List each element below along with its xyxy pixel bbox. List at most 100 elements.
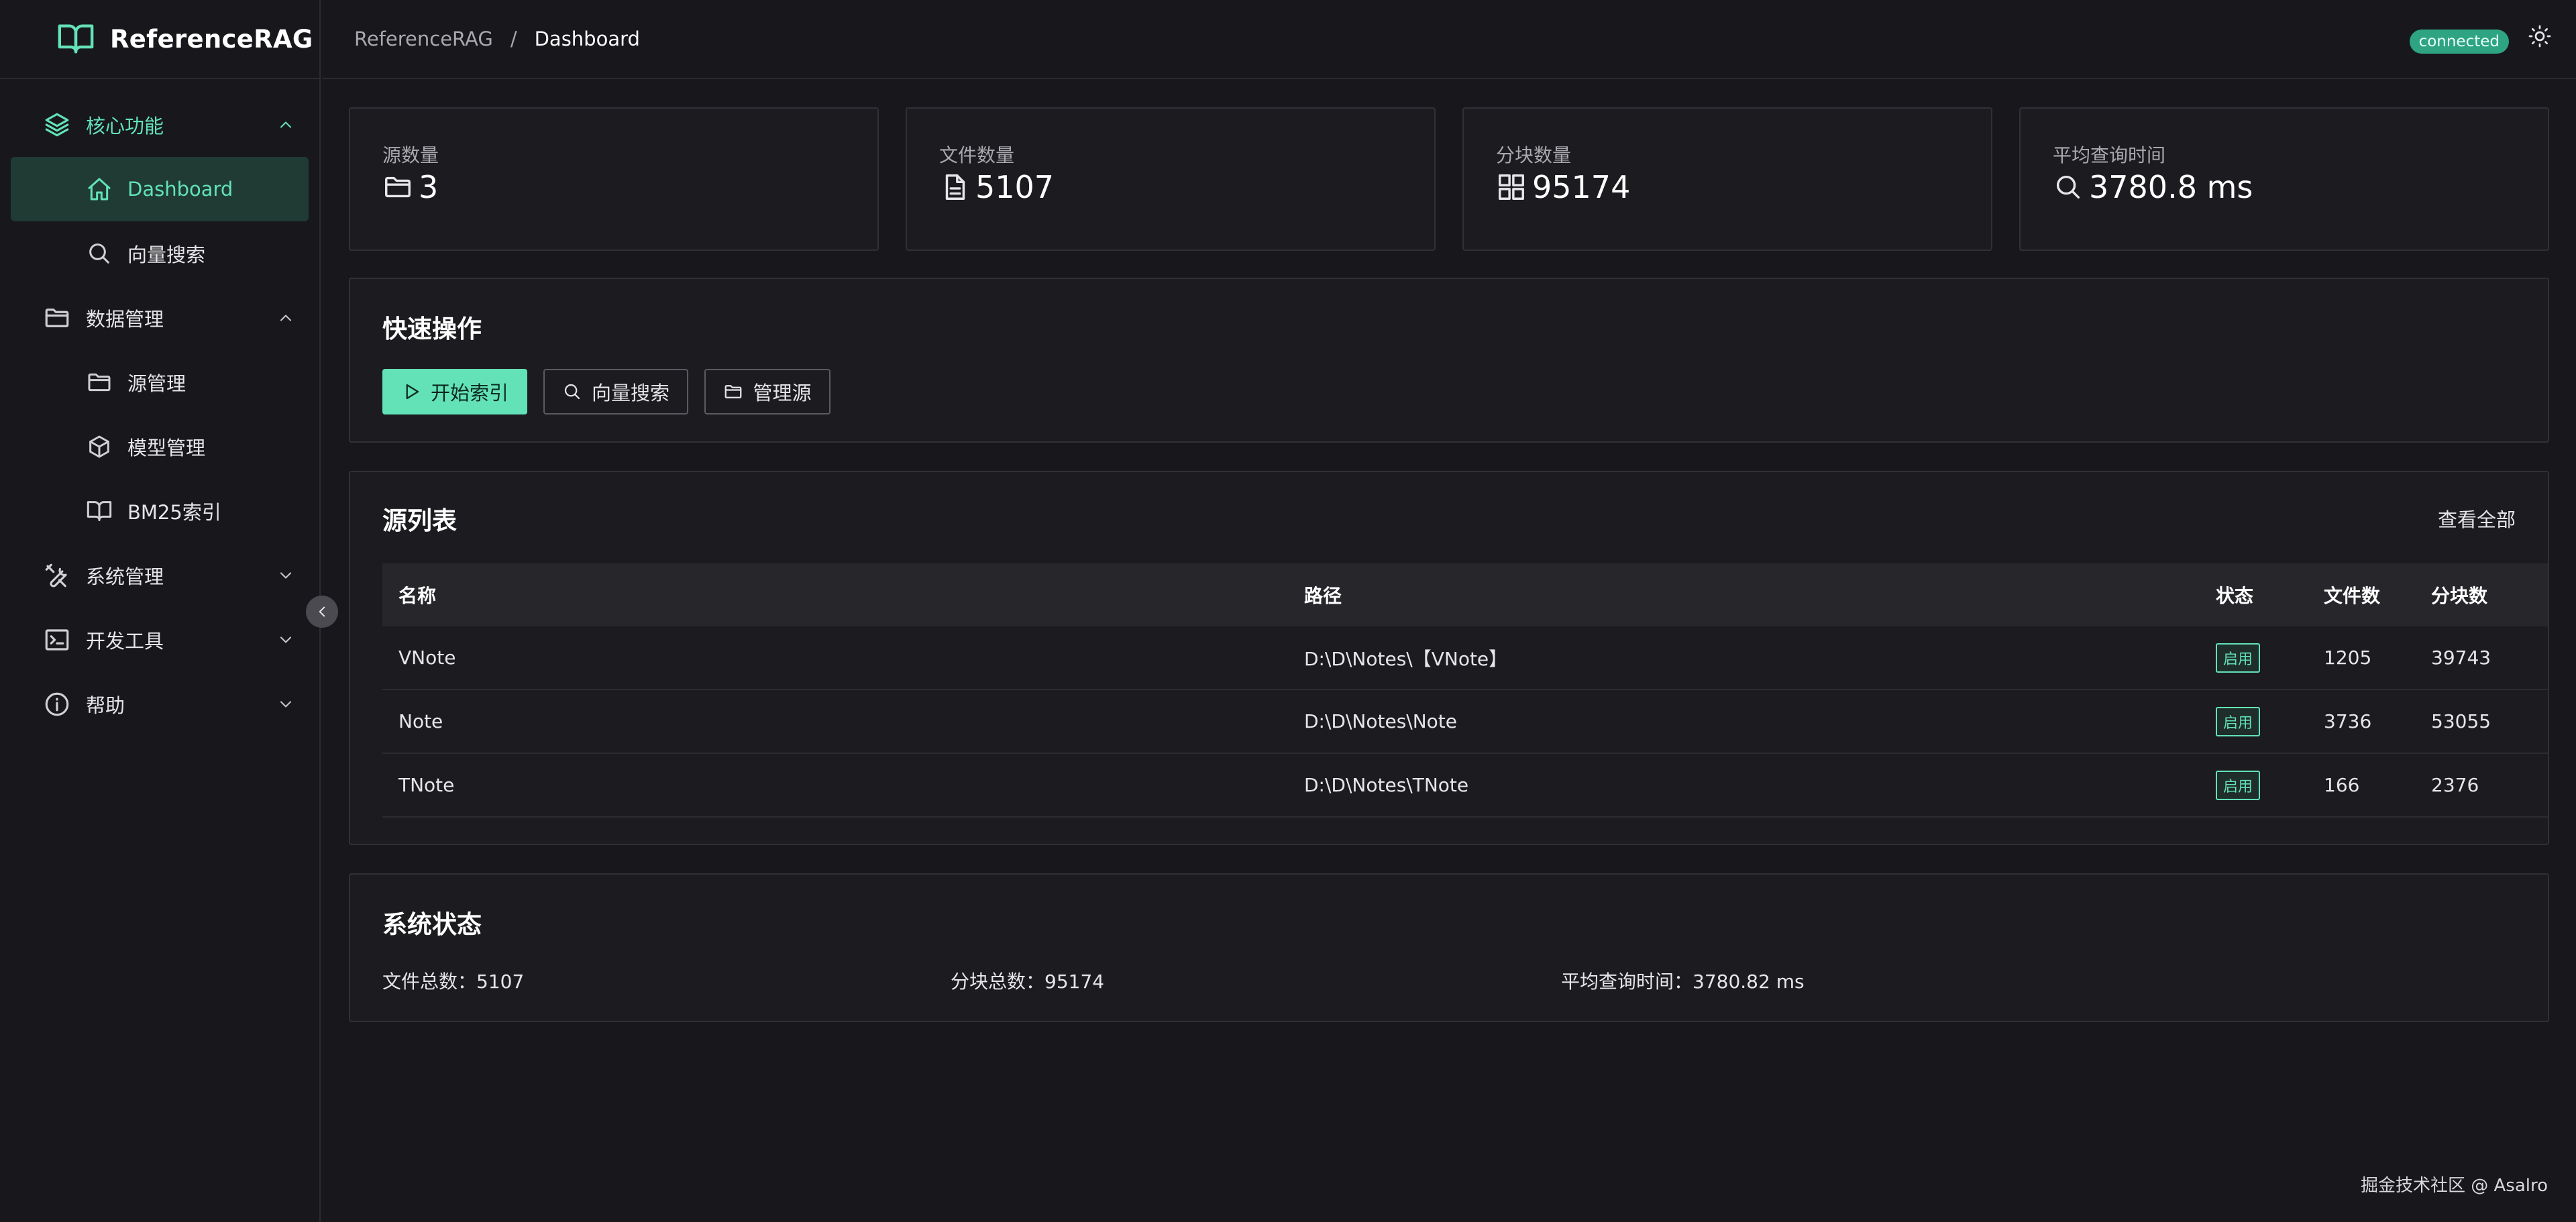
sidebar-item-dashboard[interactable]: Dashboard — [11, 157, 309, 221]
table-header: 名称 路径 状态 文件数 分块数 — [382, 563, 2548, 626]
sidebar-item-sources[interactable]: 源管理 — [0, 350, 319, 414]
sidebar-item-label: Dashboard — [127, 178, 233, 201]
avg-query-time-text: 平均查询时间：3780.82 ms — [1561, 970, 1805, 993]
stat-card-query-time: 平均查询时间 3780.8 ms — [2019, 107, 2549, 251]
home-icon — [88, 178, 111, 201]
source-name: TNote — [398, 774, 455, 796]
sidebar-item-label: 模型管理 — [127, 437, 206, 459]
table-row[interactable]: VNote D:\D\Notes\【VNote】 启用 1205 39743 — [382, 626, 2548, 690]
menu-group-label: 系统管理 — [86, 565, 164, 588]
sidebar-item-bm25[interactable]: BM25索引 — [0, 479, 319, 543]
card-title: 系统状态 — [382, 910, 482, 939]
button-label: 开始索引 — [430, 382, 508, 404]
menu-group-label: 开发工具 — [86, 630, 164, 653]
layers-icon — [45, 113, 69, 137]
sidebar-menu: 核心功能 Dashboard 向量搜索 数据管理 源管理 模型管理 BM25索引 — [0, 79, 319, 736]
stat-label: 文件数量 — [939, 144, 1015, 166]
manage-sources-button[interactable]: 管理源 — [704, 369, 830, 414]
menu-group-label: 帮助 — [86, 694, 125, 717]
menu-group-data[interactable]: 数据管理 — [0, 286, 319, 350]
source-path: D:\D\Notes\【VNote】 — [1304, 647, 1508, 670]
menu-group-system[interactable]: 系统管理 — [0, 543, 319, 608]
quick-actions-card: 快速操作 开始索引 向量搜索 管理源 — [349, 278, 2549, 443]
column-header-status[interactable]: 状态 — [2216, 563, 2253, 626]
breadcrumb-separator: / — [510, 27, 517, 50]
chevron-down-icon — [280, 701, 292, 708]
source-path: D:\D\Notes\Note — [1304, 710, 1458, 732]
button-label: 管理源 — [753, 382, 812, 404]
sidebar-item-label: 源管理 — [127, 372, 186, 395]
grid-icon — [1499, 174, 1524, 200]
system-status-card: 系统状态 文件总数：5107 分块总数：95174 平均查询时间：3780.82… — [349, 873, 2549, 1022]
status-cell: 启用 — [2216, 690, 2261, 753]
cube-icon — [89, 435, 109, 458]
stat-label: 分块数量 — [1496, 144, 1572, 166]
chevron-down-icon — [280, 636, 292, 643]
source-path: D:\D\Notes\TNote — [1304, 774, 1469, 796]
book-icon — [58, 24, 94, 54]
folder-icon — [45, 309, 69, 327]
button-label: 向量搜索 — [591, 382, 669, 404]
source-name: Note — [398, 710, 443, 732]
app-logo[interactable]: ReferenceRAG — [0, 0, 319, 79]
source-list-card: 源列表 查看全部 名称 路径 状态 文件数 分块数 VNote D:\D\Not… — [349, 471, 2549, 845]
folder-icon — [88, 373, 111, 392]
stat-label: 源数量 — [382, 144, 439, 166]
search-icon — [2056, 175, 2080, 199]
sidebar-collapse-button[interactable] — [306, 596, 338, 628]
source-name: VNote — [398, 647, 456, 669]
search-icon — [564, 384, 580, 400]
stat-value-row: 3 — [382, 169, 438, 205]
sidebar-item-models[interactable]: 模型管理 — [0, 414, 319, 479]
column-header-files[interactable]: 文件数 — [2324, 563, 2380, 626]
menu-group-devtools[interactable]: 开发工具 — [0, 608, 319, 672]
app-name: ReferenceRAG — [110, 24, 313, 54]
book-icon — [87, 501, 112, 521]
breadcrumb: ReferenceRAG / Dashboard — [354, 27, 640, 50]
sun-icon[interactable] — [2528, 24, 2552, 48]
menu-group-core[interactable]: 核心功能 — [0, 93, 319, 157]
breadcrumb-root[interactable]: ReferenceRAG — [354, 27, 493, 50]
sidebar-item-label: BM25索引 — [127, 501, 221, 524]
column-header-path[interactable]: 路径 — [1304, 563, 1342, 626]
tools-icon — [45, 563, 67, 588]
table-row[interactable]: Note D:\D\Notes\Note 启用 3736 53055 — [382, 690, 2548, 754]
folder-icon — [385, 176, 411, 198]
play-icon — [406, 384, 419, 400]
folder-icon — [725, 385, 742, 398]
status-cell: 启用 — [2216, 626, 2261, 689]
stat-card-sources: 源数量 3 — [349, 107, 879, 251]
menu-group-label: 核心功能 — [86, 115, 164, 137]
chevron-left-icon — [319, 606, 325, 617]
column-header-name[interactable]: 名称 — [398, 563, 436, 626]
sidebar-item-label: 向量搜索 — [127, 243, 206, 266]
file-icon — [945, 174, 965, 200]
start-index-button[interactable]: 开始索引 — [382, 369, 527, 414]
stat-value: 5107 — [975, 169, 1055, 205]
terminal-icon — [45, 629, 69, 651]
stat-card-files: 文件数量 5107 — [906, 107, 1436, 251]
file-count: 166 — [2324, 774, 2360, 796]
top-header: ReferenceRAG / Dashboard connected — [322, 0, 2576, 79]
table-row[interactable]: TNote D:\D\Notes\TNote 启用 166 2376 — [382, 754, 2548, 818]
menu-group-help[interactable]: 帮助 — [0, 672, 319, 736]
chevron-down-icon — [280, 572, 292, 579]
stat-card-chunks: 分块数量 95174 — [1462, 107, 1992, 251]
chunk-count: 39743 — [2431, 647, 2491, 669]
stat-value: 95174 — [1532, 169, 1631, 205]
chunk-count: 53055 — [2431, 710, 2491, 732]
stat-value-row: 95174 — [1496, 169, 1630, 205]
vector-search-button[interactable]: 向量搜索 — [543, 369, 688, 414]
view-all-link[interactable]: 查看全部 — [2438, 504, 2516, 533]
column-header-chunks[interactable]: 分块数 — [2431, 563, 2487, 626]
card-title: 源列表 — [382, 506, 457, 535]
status-badge: 启用 — [2216, 706, 2261, 736]
status-badge: 启用 — [2216, 643, 2261, 673]
chevron-up-icon — [280, 315, 292, 321]
total-files-text: 文件总数：5107 — [382, 970, 525, 993]
status-cell: 启用 — [2216, 754, 2261, 816]
breadcrumb-current: Dashboard — [534, 27, 640, 50]
stat-value-row: 5107 — [939, 169, 1054, 205]
sidebar-item-vector-search[interactable]: 向量搜索 — [0, 221, 319, 286]
stat-value-row: 3780.8 ms — [2053, 169, 2253, 205]
